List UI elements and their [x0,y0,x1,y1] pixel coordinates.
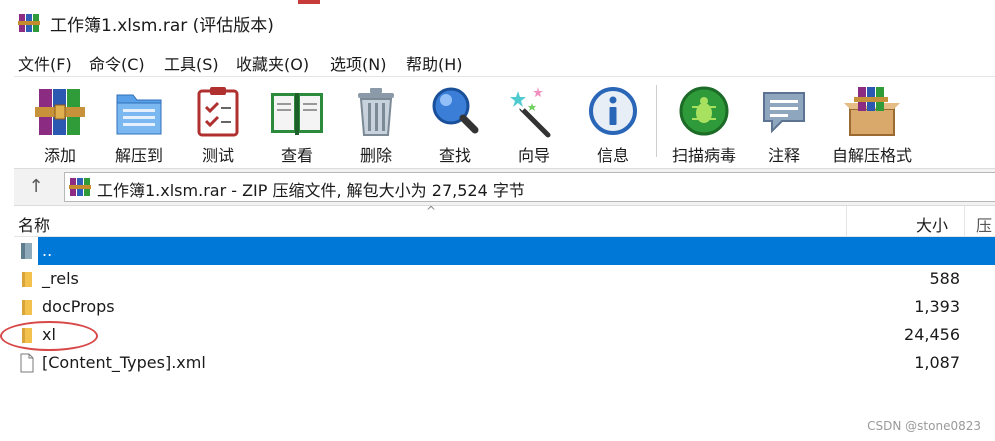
add-label: 添加 [43,146,76,165]
add-button[interactable]: 添加 [21,79,99,165]
file-size: 588 [929,269,960,288]
toolbar: 添加 解压到 测试 查看 删除 查找 向导 信息 扫描病毒 注释 自解压格式 [14,76,995,167]
file-row[interactable]: [Content_Types].xml 1,087 [14,349,995,377]
file-size: 1,087 [914,353,960,372]
folder-icon [22,300,32,315]
folder-icon [22,272,32,287]
address-path-field[interactable]: 工作簿1.xlsm.rar - ZIP 压缩文件, 解包大小为 27,524 字… [64,172,995,202]
test-label: 测试 [201,146,234,165]
test-button[interactable]: 测试 [179,79,257,165]
sort-ascending-icon: ^ [426,204,437,218]
file-icon [20,353,34,373]
file-name: .. [42,241,53,260]
view-icon [271,93,323,135]
parent-folder-icon [21,243,32,259]
menu-bar: 文件(F) 命令(C) 工具(S) 收藏夹(O) 选项(N) 帮助(H) [0,44,995,76]
column-size-header[interactable]: 大小 [916,212,948,236]
extract-to-button[interactable]: 解压到 [100,79,178,165]
archive-icon [69,178,91,196]
info-icon [589,87,637,135]
menu-command[interactable]: 命令(C) [89,51,145,75]
address-bar: ↑ 工作簿1.xlsm.rar - ZIP 压缩文件, 解包大小为 27,524… [14,168,995,206]
find-label: 查找 [438,146,471,165]
menu-options[interactable]: 选项(N) [330,51,386,75]
menu-file[interactable]: 文件(F) [18,51,72,75]
add-archive-icon [35,89,85,135]
extract-to-icon [116,94,162,135]
window-title: 工作簿1.xlsm.rar (评估版本) [50,16,274,36]
title-bar: 工作簿1.xlsm.rar (评估版本) [0,0,995,44]
delete-label: 删除 [359,146,392,165]
address-path-text: 工作簿1.xlsm.rar - ZIP 压缩文件, 解包大小为 27,524 字… [97,181,525,200]
wizard-icon [510,87,551,138]
file-row-parent[interactable]: .. [14,237,995,265]
file-name: [Content_Types].xml [42,353,206,372]
info-label: 信息 [596,146,629,165]
file-size: 1,393 [914,297,960,316]
file-row[interactable]: docProps 1,393 [14,293,995,321]
column-header: 名称 ^ 大小 压 [14,204,995,237]
wizard-button[interactable]: 向导 [495,79,573,165]
menu-favorites[interactable]: 收藏夹(O) [236,51,309,75]
column-packed-header[interactable]: 压 [976,212,992,236]
comment-button[interactable]: 注释 [745,79,823,165]
find-button[interactable]: 查找 [416,79,494,165]
menu-help[interactable]: 帮助(H) [406,51,463,75]
left-gutter [0,168,14,441]
column-divider[interactable] [846,206,847,236]
delete-button[interactable]: 删除 [337,79,415,165]
column-name-header[interactable]: 名称 [18,212,50,236]
menu-tools[interactable]: 工具(S) [164,51,219,75]
column-divider[interactable] [964,206,965,236]
title-accent [298,0,320,4]
toolbar-separator [656,85,657,157]
virus-scan-label: 扫描病毒 [671,146,736,165]
extract-to-label: 解压到 [114,146,163,165]
sfx-icon [844,87,900,136]
highlight-annotation [0,321,98,351]
file-name: _rels [42,269,79,288]
file-row[interactable]: _rels 588 [14,265,995,293]
find-icon [432,87,479,134]
winrar-app-icon [18,14,40,32]
file-list: .. _rels 588 docProps 1,393 xl 24,456 [C… [14,237,995,441]
test-icon [197,87,239,137]
comment-label: 注释 [767,146,800,165]
watermark: CSDN @stone0823 [867,419,981,433]
file-name: docProps [42,297,115,316]
wizard-label: 向导 [517,146,550,165]
delete-icon [358,88,394,136]
file-row[interactable]: xl 24,456 [14,321,995,349]
up-button[interactable]: ↑ [22,173,50,201]
info-button[interactable]: 信息 [574,79,652,165]
sfx-button[interactable]: 自解压格式 [826,79,918,165]
view-button[interactable]: 查看 [258,79,336,165]
virus-scan-icon [679,86,729,136]
comment-icon [763,92,805,134]
file-size: 24,456 [904,325,960,344]
view-label: 查看 [280,146,313,165]
sfx-label: 自解压格式 [831,146,912,165]
virus-scan-button[interactable]: 扫描病毒 [662,79,746,165]
